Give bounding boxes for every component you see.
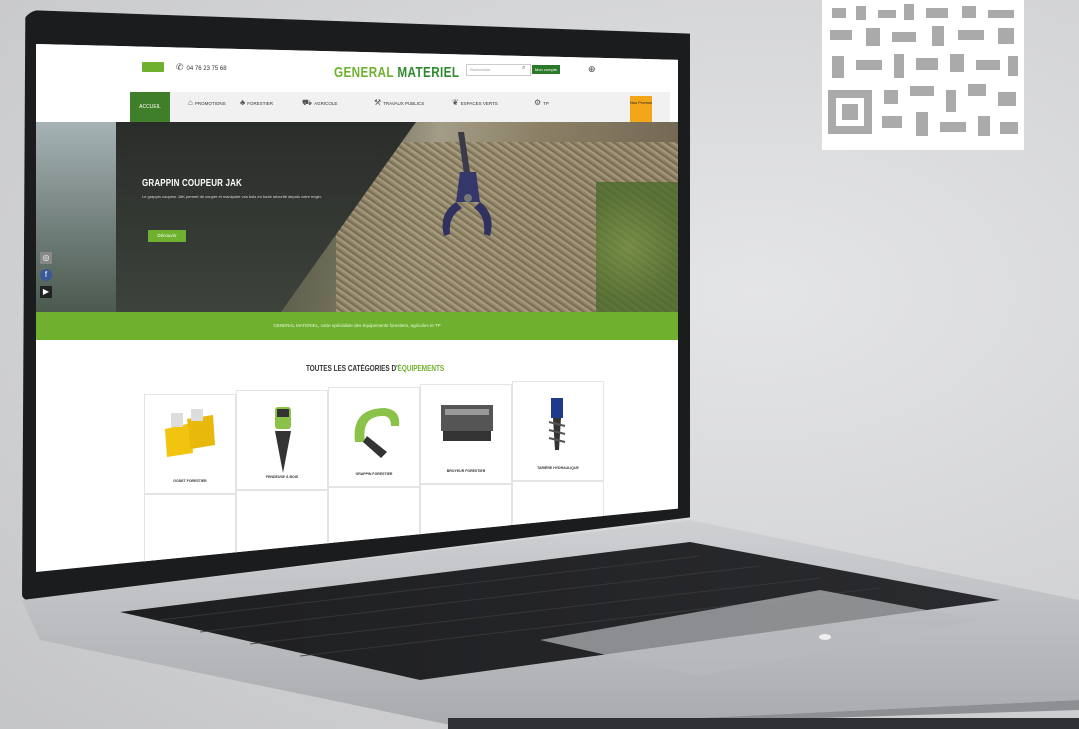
- splitter-icon: [275, 407, 291, 473]
- qr-code-image: [822, 0, 1024, 150]
- leaf-icon: ❦: [452, 98, 459, 107]
- categories-title-part2: ÉQUIPEMENTS: [397, 364, 445, 373]
- search-icon[interactable]: ⌕: [522, 65, 525, 72]
- laptop-screen: ✆ 04 76 23 75 68 GENERAL MATERIEL Recherc…: [36, 44, 678, 572]
- loader-icon: ⚙: [534, 98, 542, 107]
- category-card-tariere[interactable]: TARIÈRE HYDRAULIQUE: [512, 381, 604, 481]
- nav-item-agricole[interactable]: ⛟ AGRICOLE: [302, 98, 338, 107]
- category-card-broyeur[interactable]: BROYEUR FORESTIER: [420, 384, 512, 484]
- nav-item-forestier[interactable]: ♣ FORESTIER: [240, 98, 274, 107]
- nav-item-tp[interactable]: ⚙ TP: [534, 98, 549, 107]
- category-card-grappin[interactable]: GRAPPIN FORESTIER: [328, 387, 420, 487]
- tag-icon: ⌂: [188, 98, 193, 107]
- nav-label: PROMOTIONS: [194, 101, 226, 106]
- nav-label: AGRICOLE: [314, 101, 338, 106]
- nav-label: ESPACES VERTS: [460, 101, 498, 106]
- qr-code: [822, 0, 1024, 150]
- grapple-icon: [354, 408, 400, 458]
- nav-item-travaux-publics[interactable]: ⚒ TRAVAUX PUBLICS: [374, 98, 425, 107]
- hero-description: Le grappin coupeur JAK permet de couper …: [142, 194, 322, 199]
- tree-icon: ♣: [240, 98, 246, 107]
- top-green-button[interactable]: [142, 62, 164, 72]
- phone-number[interactable]: ✆ 04 76 23 75 68: [176, 62, 227, 73]
- nav-home[interactable]: ACCUEIL: [130, 92, 170, 122]
- nav-item-espaces-verts[interactable]: ❦ ESPACES VERTS: [452, 98, 498, 107]
- mulcher-icon: [441, 405, 493, 441]
- cart-icon[interactable]: ⊕: [588, 64, 596, 75]
- nav-item-promotions[interactable]: ⌂ PROMOTIONS: [188, 98, 226, 107]
- auger-icon: [548, 398, 566, 450]
- nav-label: TRAVAUX PUBLICS: [383, 101, 425, 106]
- bucket-icon: [165, 409, 215, 457]
- hero-title: GRAPPIN COUPEUR JAK: [142, 178, 242, 189]
- excavator-icon: ⚒: [374, 98, 382, 107]
- phone-icon: ✆: [176, 62, 184, 72]
- social-links: ◎ f ▶: [40, 252, 54, 303]
- categories-title-part1: TOUTES LES CATÉGORIES D': [306, 364, 398, 373]
- tractor-icon: ⛟: [302, 98, 313, 107]
- nav-promo-button[interactable]: Nos Promos: [630, 96, 652, 122]
- facebook-icon[interactable]: f: [40, 269, 52, 281]
- category-label: TARIÈRE HYDRAULIQUE: [537, 466, 579, 470]
- instagram-icon[interactable]: ◎: [40, 252, 52, 264]
- nav-label: TP: [543, 101, 549, 106]
- site-logo[interactable]: GENERAL MATERIEL: [334, 64, 459, 81]
- categories-title: TOUTES LES CATÉGORIES D'ÉQUIPEMENTS: [306, 364, 444, 373]
- category-card-fendeuse[interactable]: FENDEUSE À BOIS: [236, 390, 328, 490]
- hero-banner: GRAPPIN COUPEUR JAK Le grappin coupeur J…: [36, 122, 678, 312]
- account-button[interactable]: Mon compte: [532, 65, 561, 74]
- category-card-godet[interactable]: GODET FORESTIER: [144, 394, 236, 494]
- hero-grass-image: [596, 182, 678, 312]
- bottom-bar: [448, 718, 1079, 729]
- phone-text: 04 76 23 75 68: [186, 66, 227, 72]
- category-label: GRAPPIN FORESTIER: [355, 472, 393, 476]
- logo-part-2: MATERIEL: [397, 64, 460, 81]
- youtube-icon[interactable]: ▶: [40, 286, 52, 298]
- hero-cta-button[interactable]: Découvrir: [148, 230, 186, 242]
- main-nav: ACCUEIL ⌂ PROMOTIONS ♣ FORESTIER ⛟ AGRICOLE…: [130, 92, 670, 122]
- category-label: BROYEUR FORESTIER: [446, 469, 486, 473]
- info-band: GENERAL MATERIEL, votre spécialiste des …: [36, 312, 678, 340]
- logo-part-1: GENERAL: [334, 64, 398, 81]
- category-label: GODET FORESTIER: [173, 479, 207, 483]
- category-label: FENDEUSE À BOIS: [265, 475, 299, 479]
- grapple-arm-image: [442, 132, 492, 236]
- nav-label: FORESTIER: [247, 101, 274, 106]
